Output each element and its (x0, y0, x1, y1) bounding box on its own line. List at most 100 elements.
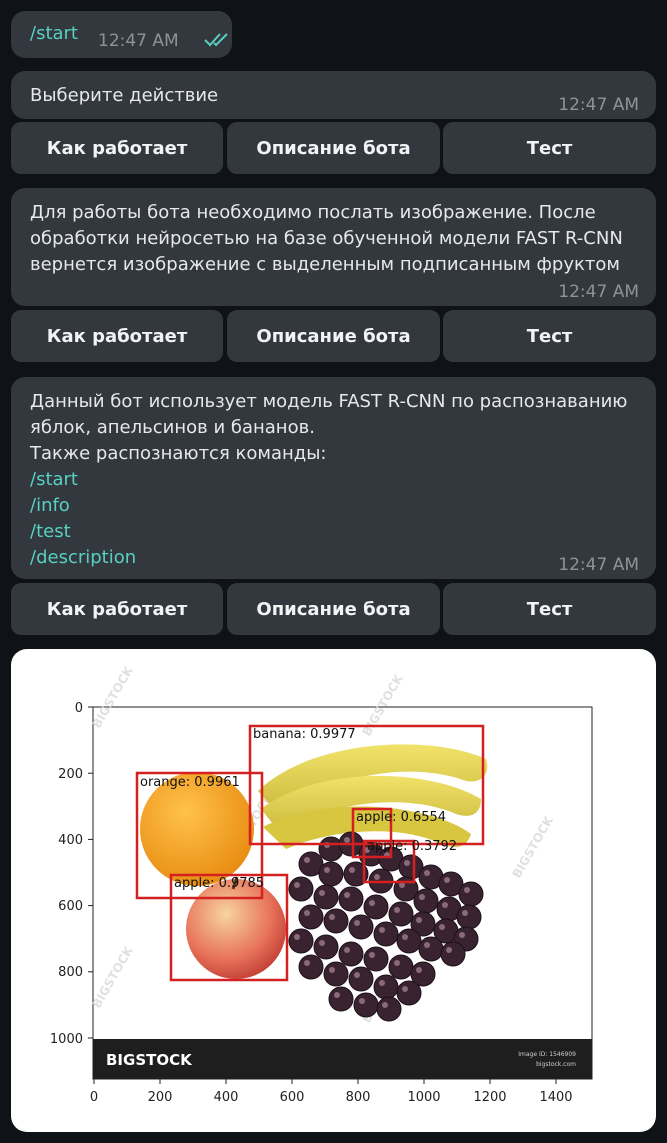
y-tick-label: 800 (58, 965, 83, 980)
message-text: Выберите действие (30, 85, 219, 106)
text-line: обработки нейросетью на базе обученной м… (30, 228, 623, 249)
x-tick-label: 0 (90, 1090, 98, 1105)
x-tick-label: 400 (214, 1090, 239, 1105)
y-tick-label: 0 (75, 701, 83, 716)
incoming-message: Для работы бота необходимо послать изобр… (11, 188, 656, 306)
grape-highlight (349, 867, 355, 873)
grape (328, 986, 354, 1012)
grape-highlight (369, 952, 375, 958)
grape-highlight (369, 900, 375, 906)
grape (376, 996, 402, 1022)
x-tick-labels: 0 200 400 600 800 1000 1200 1400 (90, 1090, 573, 1105)
grape-highlight (402, 934, 408, 940)
grape-highlight (334, 992, 340, 998)
how-it-works-button[interactable]: Как работает (11, 583, 223, 635)
grape (338, 886, 364, 912)
bot-description-button[interactable]: Описание бота (227, 583, 440, 635)
grape (458, 881, 484, 907)
grape-highlight (416, 917, 422, 923)
grape-highlight (379, 980, 385, 986)
label-apple-1: apple: 0.6554 (356, 810, 446, 825)
grape-highlight (304, 960, 310, 966)
grape (373, 921, 399, 947)
message-command[interactable]: /start (30, 23, 78, 44)
inline-keyboard: Как работает Описание бота Тест (11, 310, 656, 362)
grape-highlight (344, 892, 350, 898)
how-it-works-button[interactable]: Как работает (11, 310, 223, 362)
y-tick-labels: 0 200 400 600 800 1000 (50, 701, 83, 1047)
incoming-message: Выберите действие 12:47 AM (11, 71, 656, 119)
command-link-info[interactable]: /info (30, 493, 642, 519)
grape-highlight (354, 972, 360, 978)
bot-description-button[interactable]: Описание бота (227, 122, 440, 174)
grape-highlight (424, 870, 430, 876)
grape (288, 928, 314, 954)
bot-description-button[interactable]: Описание бота (227, 310, 440, 362)
grape-highlight (402, 986, 408, 992)
command-link-description[interactable]: /description (30, 545, 642, 571)
command-link-start[interactable]: /start (30, 467, 642, 493)
grape (313, 884, 339, 910)
y-tick-label: 600 (58, 899, 83, 914)
text-line: Для работы бота необходимо послать изобр… (30, 202, 596, 223)
grape (396, 928, 422, 954)
grape-highlight (442, 902, 448, 908)
x-tick-label: 200 (148, 1090, 173, 1105)
grape (318, 861, 344, 887)
message-time: 12:47 AM (558, 282, 639, 302)
grape-highlight (424, 942, 430, 948)
test-button[interactable]: Тест (443, 583, 656, 635)
grape-highlight (419, 894, 425, 900)
test-button[interactable]: Тест (443, 122, 656, 174)
grape (348, 914, 374, 940)
message-time: 12:47 AM (558, 555, 639, 575)
text-line: яблок, апельсинов и бананов. (30, 417, 315, 438)
grape-highlight (304, 857, 310, 863)
message-time: 12:47 AM (558, 95, 639, 115)
x-tick-label: 1400 (539, 1090, 572, 1105)
bigstock-logo: BIGSTOCK (106, 1051, 193, 1069)
grape-highlight (404, 860, 410, 866)
grape-highlight (394, 907, 400, 913)
grape-highlight (416, 967, 422, 973)
grape-highlight (329, 914, 335, 920)
grape (396, 980, 422, 1006)
grape (413, 888, 439, 914)
x-tick-label: 1200 (473, 1090, 506, 1105)
grape (323, 908, 349, 934)
outgoing-message: /start 12:47 AM (11, 11, 232, 58)
message-text: Для работы бота необходимо послать изобр… (30, 200, 642, 278)
grape-highlight (294, 934, 300, 940)
detection-result-image[interactable]: BIGSTOCK BIGSTOCK BIGSTOCK BIGSTOCK BIGS… (11, 649, 656, 1132)
y-tick-label: 400 (58, 833, 83, 848)
y-tick-label: 1000 (50, 1032, 83, 1047)
text-line: Данный бот использует модель FAST R-CNN … (30, 391, 628, 412)
text-line: вернется изображение с выделенным подпис… (30, 254, 620, 275)
inline-keyboard: Как работает Описание бота Тест (11, 122, 656, 174)
text-line: Также распознаются команды: (30, 443, 327, 464)
grape-highlight (382, 1002, 388, 1008)
x-tick-label: 800 (346, 1090, 371, 1105)
grape-highlight (446, 947, 452, 953)
grape-highlight (344, 947, 350, 953)
image-id: Image ID: 1546909 (518, 1051, 576, 1058)
grape-highlight (354, 920, 360, 926)
grape-highlight (319, 940, 325, 946)
grape-highlight (462, 910, 468, 916)
grape-highlight (344, 837, 350, 843)
grape-highlight (374, 874, 380, 880)
double-check-icon (204, 31, 232, 51)
x-tick-label: 600 (280, 1090, 305, 1105)
grape-highlight (444, 877, 450, 883)
command-link-test[interactable]: /test (30, 519, 642, 545)
grape (298, 904, 324, 930)
grape-highlight (379, 927, 385, 933)
grape (348, 966, 374, 992)
label-banana: banana: 0.9977 (253, 727, 356, 742)
grape-highlight (459, 932, 465, 938)
grape (298, 954, 324, 980)
y-tick-label: 200 (58, 767, 83, 782)
grape-highlight (394, 960, 400, 966)
test-button[interactable]: Тест (443, 310, 656, 362)
how-it-works-button[interactable]: Как работает (11, 122, 223, 174)
